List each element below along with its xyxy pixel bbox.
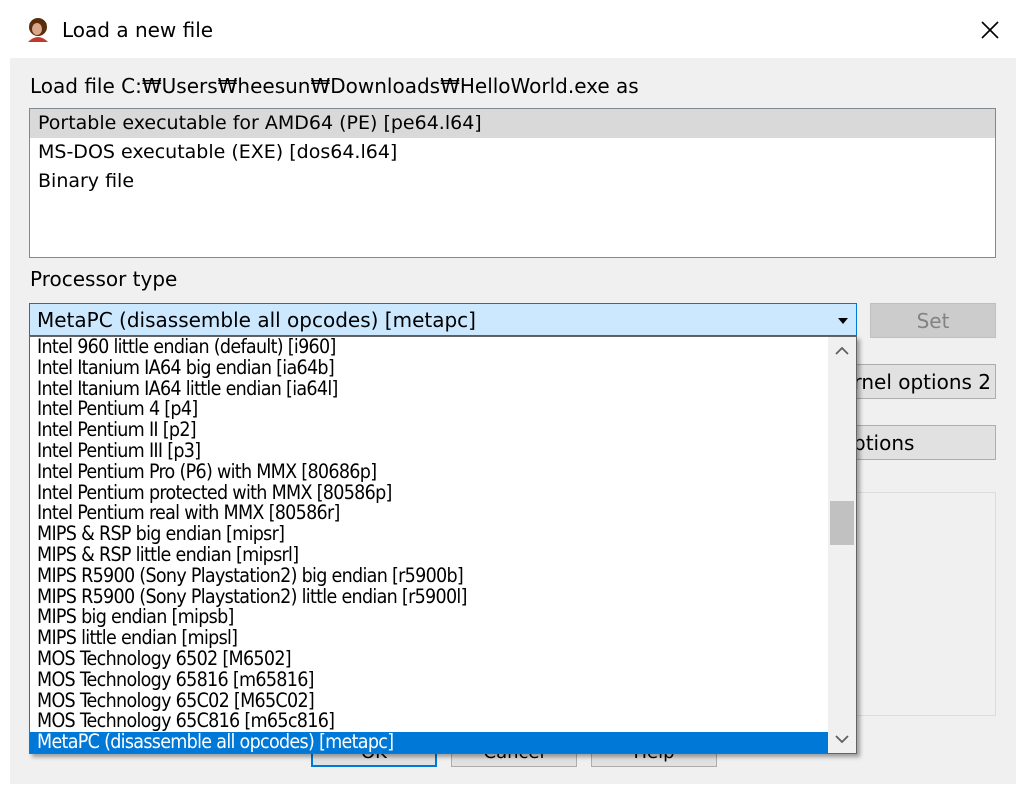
processor-option[interactable]: MOS Technology 65C816 [m65c816] <box>30 711 828 732</box>
processor-option[interactable]: MIPS big endian [mipsb] <box>30 607 828 628</box>
load-file-label: Load file C:₩Users₩heesun₩Downloads₩Hell… <box>30 74 639 98</box>
processor-selected-value: MetaPC (disassemble all opcodes) [metapc… <box>37 308 476 332</box>
chevron-up-icon <box>835 346 849 355</box>
processor-option[interactable]: Intel Pentium real with MMX [80586r] <box>30 503 828 524</box>
dropdown-scrollbar[interactable] <box>828 337 856 753</box>
processor-option[interactable]: Intel Itanium IA64 big endian [ia64b] <box>30 357 828 379</box>
scroll-up-button[interactable] <box>828 337 856 365</box>
dropdown-arrow-icon[interactable] <box>836 313 850 327</box>
loader-item[interactable]: Binary file <box>30 167 995 196</box>
processor-option[interactable]: MIPS R5900 (Sony Playstation2) little en… <box>30 586 828 608</box>
processor-options-button[interactable]: ptions <box>840 425 996 460</box>
processor-option[interactable]: MIPS R5900 (Sony Playstation2) big endia… <box>30 565 828 587</box>
processor-options-list[interactable]: Intel 960 little endian (default) [i960]… <box>30 337 828 753</box>
processor-option[interactable]: Intel Pentium 4 [p4] <box>30 399 828 420</box>
processor-option[interactable]: Intel Itanium IA64 little endian [ia64l] <box>30 378 828 400</box>
loader-item[interactable]: MS-DOS executable (EXE) [dos64.l64] <box>30 138 995 167</box>
processor-option[interactable]: Intel Pentium II [p2] <box>30 419 828 441</box>
window-title: Load a new file <box>62 18 214 42</box>
close-button[interactable] <box>972 14 1008 46</box>
processor-option[interactable]: MOS Technology 65C02 [M65C02] <box>30 690 828 712</box>
processor-type-label: Processor type <box>30 267 178 291</box>
chevron-down-icon <box>835 735 849 744</box>
processor-option[interactable]: Intel Pentium III [p3] <box>30 440 828 462</box>
loader-list[interactable]: Portable executable for AMD64 (PE) [pe64… <box>29 108 996 258</box>
processor-option[interactable]: MOS Technology 65816 [m65816] <box>30 669 828 691</box>
processor-option[interactable]: MIPS & RSP big endian [mipsr] <box>30 523 828 545</box>
ida-app-icon <box>24 16 52 44</box>
close-icon <box>981 21 999 39</box>
set-button[interactable]: Set <box>870 303 996 338</box>
processor-option[interactable]: MetaPC (disassemble all opcodes) [metapc… <box>30 731 828 753</box>
title-bar: Load a new file <box>0 0 1023 58</box>
processor-option[interactable]: Intel Pentium protected with MMX [80586p… <box>30 482 828 504</box>
options-groupbox <box>840 492 996 716</box>
processor-option[interactable]: MIPS little endian [mipsl] <box>30 627 828 649</box>
loader-item[interactable]: Portable executable for AMD64 (PE) [pe64… <box>30 109 995 138</box>
processor-option[interactable]: MOS Technology 6502 [M6502] <box>30 648 828 670</box>
processor-option[interactable]: Intel 960 little endian (default) [i960] <box>30 337 828 358</box>
processor-dropdown-list[interactable]: Intel 960 little endian (default) [i960]… <box>29 336 857 754</box>
processor-option[interactable]: Intel Pentium Pro (P6) with MMX [80686p] <box>30 461 828 483</box>
kernel-options-2-button[interactable]: rnel options 2 <box>840 364 996 399</box>
scroll-down-button[interactable] <box>828 725 856 753</box>
processor-option[interactable]: MIPS & RSP little endian [mipsrl] <box>30 544 828 566</box>
processor-type-combobox[interactable]: MetaPC (disassemble all opcodes) [metapc… <box>29 303 857 336</box>
scroll-thumb[interactable] <box>830 500 854 545</box>
